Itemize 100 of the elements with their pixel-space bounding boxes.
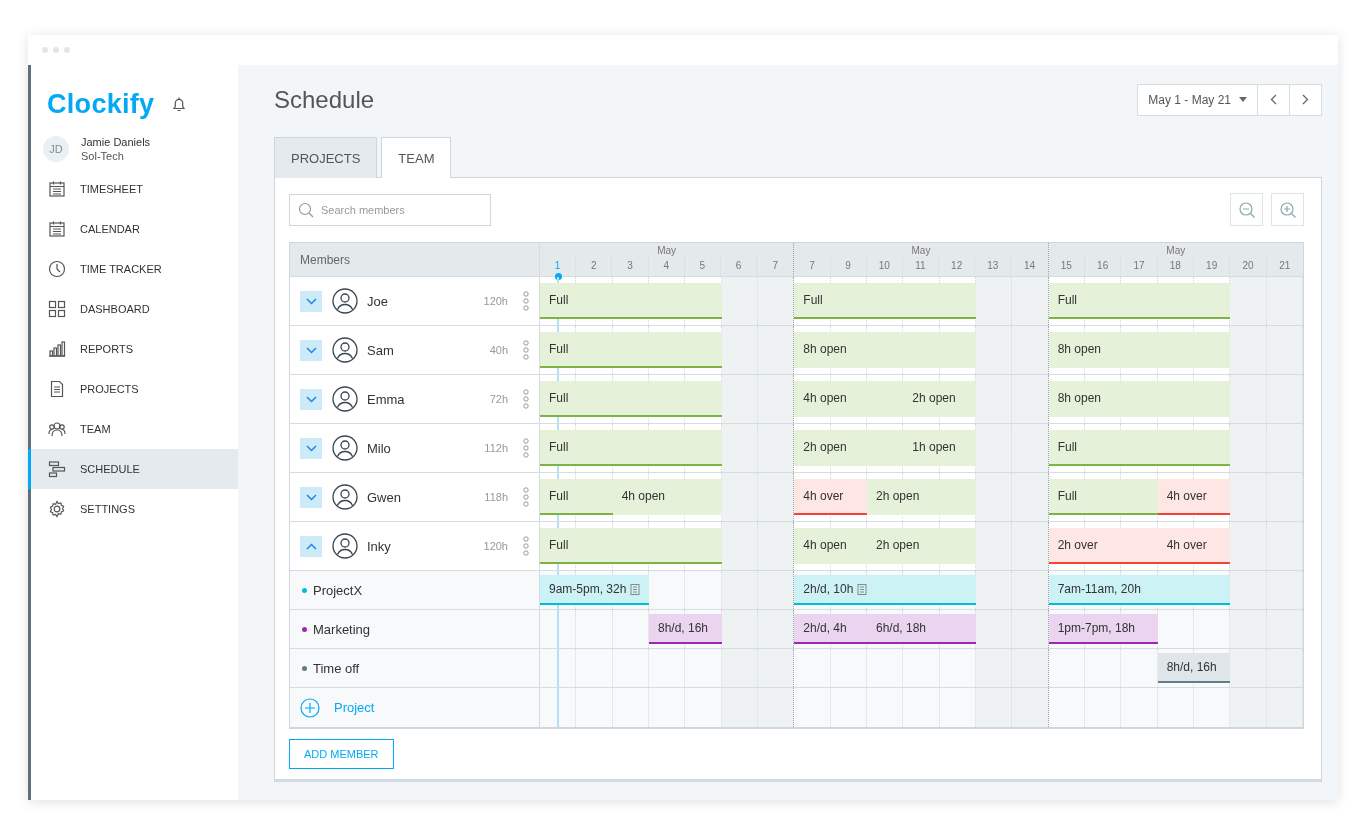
nav-item[interactable]: REPORTS (28, 329, 238, 369)
availability-bar[interactable]: 2h open (867, 528, 976, 564)
availability-bar[interactable]: Full (540, 283, 722, 319)
more-menu-button[interactable] (523, 389, 529, 409)
user-name: Jamie Daniels (81, 135, 151, 149)
day-label: 2 (576, 258, 613, 276)
day-label: 7 (771, 259, 779, 273)
nav-item[interactable]: SCHEDULE (28, 449, 238, 489)
member-hours: 120h (483, 295, 508, 307)
expand-toggle[interactable] (300, 290, 322, 312)
grid-icon (48, 300, 66, 318)
more-menu-button[interactable] (523, 487, 529, 507)
member-avatar-icon (332, 533, 358, 559)
people-icon (48, 420, 66, 438)
day-label: 10 (866, 258, 903, 276)
chevron-right-icon (1302, 94, 1309, 105)
project-name: Time off (313, 660, 360, 676)
zoom-out-icon (1237, 200, 1256, 219)
availability-bar[interactable]: Full (540, 430, 722, 466)
settings-icon (48, 500, 66, 518)
availability-bar[interactable]: 2h open (794, 430, 904, 466)
availability-bar[interactable]: Full (540, 332, 722, 368)
availability-bar[interactable]: Full (540, 479, 613, 515)
availability-bar[interactable]: 1h open (903, 430, 976, 466)
column-header: Members (300, 252, 350, 267)
more-menu-button[interactable] (523, 291, 529, 311)
more-menu-button[interactable] (523, 340, 529, 360)
availability-bar[interactable]: 4h over (1157, 479, 1231, 515)
chevron-icon (305, 493, 317, 501)
assignment-bar[interactable]: 2h/d, 10h (794, 575, 976, 605)
assignment-bar[interactable]: 8h/d, 16h (649, 614, 722, 644)
assignment-bar[interactable]: 9am-5pm, 32h (540, 575, 649, 605)
availability-bar[interactable]: 2h open (867, 479, 976, 515)
member-name: Emma (367, 391, 406, 407)
day-label: 13 (975, 258, 1012, 276)
availability-bar[interactable]: 4h over (1157, 528, 1231, 564)
assignment-bar[interactable]: 1pm-7pm, 18h (1048, 614, 1158, 644)
day-label: 20 (1230, 258, 1267, 276)
expand-toggle[interactable] (300, 486, 322, 508)
search-icon (298, 201, 314, 218)
availability-bar[interactable]: 4h open (794, 528, 867, 564)
search-field[interactable]: Search members (289, 193, 491, 226)
member-hours: 120h (483, 540, 508, 552)
availability-bar[interactable]: 8h open (1048, 381, 1231, 417)
availability-bar[interactable]: 8h open (1048, 332, 1231, 368)
expand-toggle[interactable] (300, 437, 322, 459)
availability-bar[interactable]: Full (1048, 479, 1158, 515)
day-label: 15 (1048, 258, 1085, 276)
expand-toggle[interactable] (300, 388, 322, 410)
availability-bar[interactable]: 4h over (794, 479, 867, 515)
chevron-icon (305, 444, 317, 452)
assignment-bar[interactable]: 8h/d, 16h (1157, 653, 1231, 683)
availability-bar[interactable]: Full (1048, 430, 1231, 466)
nav-item[interactable]: TIMESHEET (28, 169, 238, 209)
more-menu-button[interactable] (523, 536, 529, 556)
calendar-icon (48, 220, 66, 238)
zoom-out-button[interactable] (1230, 193, 1263, 226)
assignment-bar[interactable]: 6h/d, 18h (867, 614, 976, 644)
member-name: Sam (367, 342, 395, 358)
nav-item[interactable]: DASHBOARD (28, 289, 238, 329)
availability-bar[interactable]: 2h open (903, 381, 976, 417)
member-name: Milo (367, 440, 392, 456)
member-hours: 72h (489, 393, 508, 405)
availability-bar[interactable]: Full (540, 381, 722, 417)
day-label: 9 (830, 258, 867, 276)
tab[interactable]: PROJECTS (274, 137, 378, 178)
chevron-icon (305, 346, 317, 354)
nav-item[interactable]: CALENDAR (28, 209, 238, 249)
nav-item[interactable]: PROJECTS (28, 369, 238, 409)
day-label: 16 (1085, 258, 1122, 276)
availability-bar[interactable]: 4h open (794, 381, 904, 417)
assignment-bar[interactable]: 7am-11am, 20h (1048, 575, 1231, 605)
expand-toggle[interactable] (300, 339, 322, 361)
day-label: 11 (902, 258, 940, 276)
more-menu-button[interactable] (523, 438, 529, 458)
availability-bar[interactable]: 4h open (612, 479, 722, 515)
member-avatar-icon (332, 288, 358, 314)
availability-bar[interactable]: Full (1048, 283, 1231, 319)
zoom-in-icon (1278, 200, 1297, 219)
chevron-icon (305, 297, 317, 305)
nav-item[interactable]: TEAM (28, 409, 238, 449)
day-label: 19 (1194, 258, 1231, 276)
tab[interactable]: TEAM (381, 137, 452, 178)
assignment-bar[interactable]: 2h/d, 4h (794, 614, 867, 644)
member-avatar-icon (332, 484, 358, 510)
day-label: 3 (612, 258, 649, 276)
bell-icon[interactable] (172, 96, 187, 112)
calendar-icon (48, 180, 66, 198)
availability-bar[interactable]: Full (540, 528, 722, 564)
expand-toggle[interactable] (300, 535, 322, 557)
day-label: 12 (939, 258, 976, 276)
day-label: 21 (1278, 259, 1292, 273)
member-name: Inky (367, 538, 392, 554)
workspace-name: Sol-Tech (81, 149, 125, 163)
nav-item[interactable]: SETTINGS (28, 489, 238, 529)
zoom-in-button[interactable] (1271, 193, 1304, 226)
nav-item[interactable]: TIME TRACKER (28, 249, 238, 289)
availability-bar[interactable]: Full (794, 283, 976, 319)
availability-bar[interactable]: 8h open (794, 332, 976, 368)
availability-bar[interactable]: 2h over (1048, 528, 1158, 564)
